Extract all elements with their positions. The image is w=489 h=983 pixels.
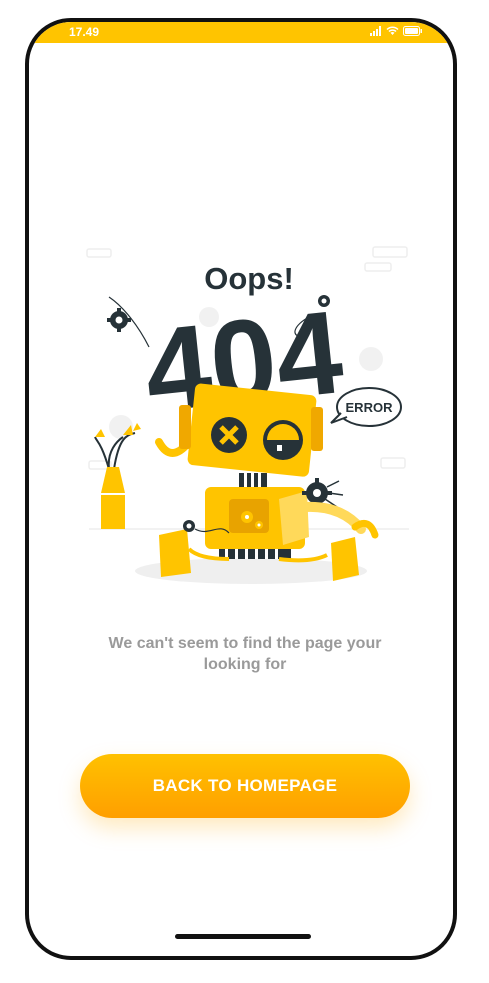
battery-icon — [403, 26, 422, 36]
status-time: 17.49 — [69, 25, 100, 39]
back-to-homepage-button[interactable]: BACK TO HOMEPAGE — [80, 754, 410, 818]
back-to-homepage-label: BACK TO HOMEPAGE — [152, 776, 338, 795]
phone-frame: 17.49 Oops! 404 ERROR We can't seem to f… — [25, 18, 457, 960]
error-message: We can't seem to find the page your look… — [108, 635, 382, 673]
status-icons — [370, 26, 423, 36]
status-bar: 17.49 — [29, 22, 453, 43]
error-404-illustration: Oops! 404 ERROR — [86, 246, 409, 584]
wifi-icon — [386, 26, 399, 35]
gear-icon — [318, 295, 330, 307]
signal-icon — [370, 26, 381, 36]
error-badge: ERROR — [346, 400, 394, 415]
home-indicator[interactable] — [175, 934, 311, 939]
gear-icon — [107, 308, 131, 332]
